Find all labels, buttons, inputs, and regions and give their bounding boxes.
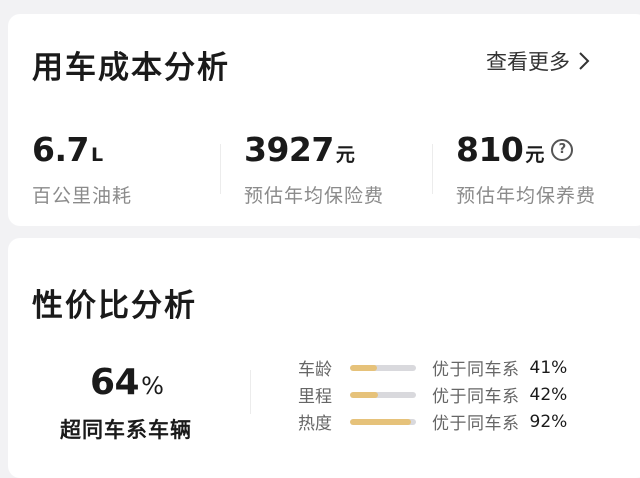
- comparison-row-percent: 41%: [529, 357, 568, 378]
- insurance-cost-label: 预估年均保险费: [244, 185, 385, 207]
- comparison-row-popularity: 热度 优于同车系 92%: [298, 408, 567, 435]
- divider: [220, 144, 221, 194]
- comparison-list: 车龄 优于同车系 41% 里程 优于同车系 42% 热度 优于同车系 92%: [298, 354, 567, 435]
- fuel-consumption-metric: 6.7 L 百公里油耗: [32, 130, 132, 208]
- insurance-cost-value: 3927: [244, 130, 334, 169]
- cost-analysis-title: 用车成本分析: [32, 50, 230, 86]
- comparison-bar-fill: [350, 391, 378, 398]
- divider: [432, 144, 433, 194]
- view-more-link[interactable]: 查看更多: [486, 46, 592, 76]
- comparison-row-text: 优于同车系: [432, 414, 520, 434]
- comparison-bar: [350, 364, 416, 371]
- overall-percentage-unit: %: [141, 372, 164, 400]
- fuel-consumption-label: 百公里油耗: [32, 185, 133, 207]
- comparison-row-text: 优于同车系: [432, 360, 520, 380]
- maintenance-cost-value: 810: [456, 130, 524, 169]
- fuel-consumption-unit: L: [90, 144, 104, 166]
- maintenance-cost-unit: 元: [525, 144, 545, 166]
- comparison-bar: [350, 391, 416, 398]
- comparison-row-mileage: 里程 优于同车系 42%: [298, 381, 567, 408]
- comparison-row-label: 里程: [298, 387, 332, 407]
- overall-percentage: 64 %: [90, 362, 164, 403]
- comparison-row-text: 优于同车系: [432, 387, 520, 407]
- cost-analysis-card: 用车成本分析 查看更多 6.7 L 百公里油耗 3927 元 预估年均保险费 8…: [8, 14, 640, 226]
- overall-percentage-value: 64: [90, 362, 140, 403]
- comparison-row-age: 车龄 优于同车系 41%: [298, 354, 567, 381]
- insurance-cost-metric: 3927 元 预估年均保险费: [244, 130, 384, 208]
- comparison-row-label: 热度: [298, 414, 332, 434]
- comparison-bar-fill: [350, 418, 411, 425]
- comparison-row-percent: 92%: [529, 411, 568, 432]
- value-analysis-card: 性价比分析 64 % 超同车系车辆 车龄 优于同车系 41% 里程 优于同车系 …: [8, 238, 640, 478]
- question-circle-icon[interactable]: ?: [551, 138, 574, 161]
- value-analysis-title: 性价比分析: [32, 288, 197, 324]
- maintenance-cost-label: 预估年均保养费: [456, 185, 597, 207]
- insurance-cost-unit: 元: [335, 144, 355, 166]
- chevron-right-icon: [579, 52, 590, 70]
- comparison-row-label: 车龄: [298, 360, 332, 380]
- divider: [250, 370, 251, 414]
- comparison-bar-fill: [350, 364, 378, 371]
- comparison-bar: [350, 418, 416, 425]
- fuel-consumption-value: 6.7: [32, 130, 89, 169]
- maintenance-cost-metric: 810 元 ? 预估年均保养费: [456, 130, 596, 208]
- overall-percentage-label: 超同车系车辆: [60, 418, 192, 442]
- view-more-label: 查看更多: [486, 50, 570, 74]
- comparison-row-percent: 42%: [529, 384, 568, 405]
